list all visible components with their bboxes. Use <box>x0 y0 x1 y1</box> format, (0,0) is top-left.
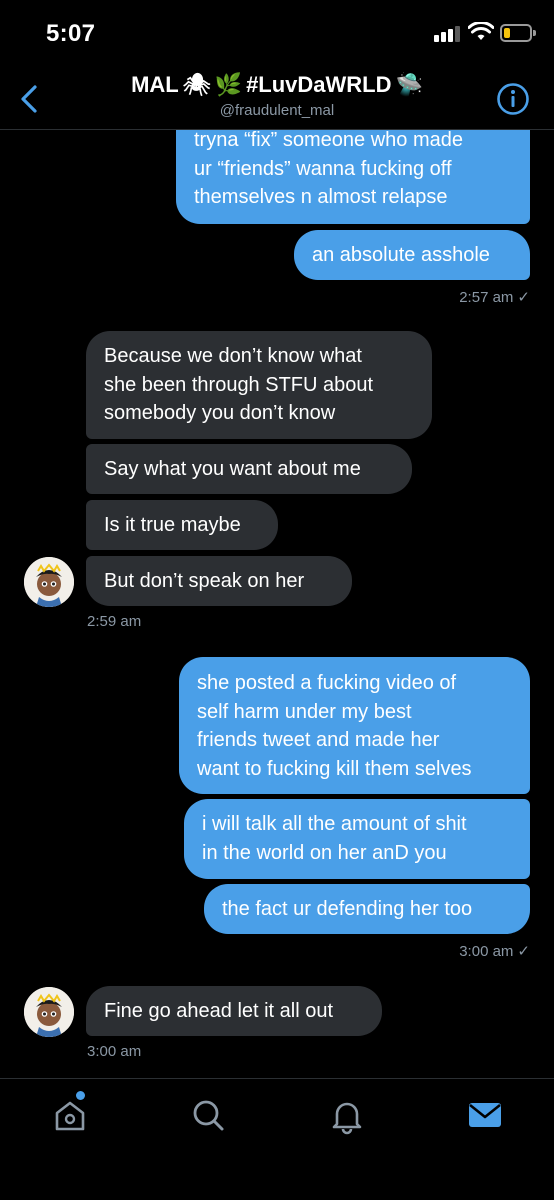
conversation-header: MAL 🕷 🌿 #LuvDaWRLD 🛸 @fraudulent_mal <box>0 64 554 130</box>
home-icon[interactable] <box>50 1095 90 1135</box>
message-line: Fine go ahead let it all out <box>104 1000 334 1022</box>
avatar[interactable] <box>24 987 74 1037</box>
message-line: in the world on her anD you <box>202 841 447 864</box>
message-line: an absolute asshole <box>312 244 490 266</box>
message-received[interactable]: Because we don’t know what she been thro… <box>86 331 432 439</box>
avatar-image <box>24 557 74 607</box>
ufo-emoji: 🛸 <box>395 72 423 97</box>
notifications-icon[interactable] <box>327 1095 367 1135</box>
avatar[interactable] <box>24 557 74 607</box>
message-line: self harm under my best <box>197 700 412 723</box>
message-received[interactable]: Fine go ahead let it all out <box>86 986 382 1036</box>
message-timestamp: 3:00 am <box>87 1043 142 1060</box>
message-line: somebody you don’t know <box>104 402 336 424</box>
info-icon[interactable] <box>496 82 530 116</box>
message-line: i will talk all the amount of shit <box>202 813 467 835</box>
message-line: friends tweet and made her <box>197 729 440 751</box>
message-timestamp: 3:00 am ✓ <box>459 943 530 960</box>
wifi-icon <box>468 22 494 40</box>
message-line: she been through STFU about <box>104 373 374 396</box>
search-icon[interactable] <box>188 1095 228 1135</box>
conversation-title-block[interactable]: MAL 🕷 🌿 #LuvDaWRLD 🛸 @fraudulent_mal <box>80 72 474 119</box>
message-line: tryna “fix” someone who made <box>194 129 464 151</box>
message-received[interactable]: But don’t speak on her <box>86 556 352 606</box>
message-sent[interactable]: an absolute asshole <box>294 230 530 280</box>
message-line: Because we don’t know what <box>104 345 362 367</box>
message-timestamp: 2:57 am ✓ <box>459 289 530 306</box>
message-sent[interactable]: the fact ur defending her too <box>204 884 530 934</box>
message-sent[interactable]: i will talk all the amount of shit in th… <box>184 799 530 879</box>
message-received[interactable]: Say what you want about me <box>86 444 412 494</box>
signal-icon <box>434 24 462 42</box>
message-line: ur “friends” wanna fucking off <box>194 157 452 180</box>
message-line: want to fucking kill them selves <box>197 757 472 780</box>
conversation-handle: @fraudulent_mal <box>219 102 335 119</box>
back-icon[interactable] <box>18 84 40 114</box>
title-hashtag: #LuvDaWRLD <box>246 72 392 97</box>
message-line: But don’t speak on her <box>104 570 305 592</box>
status-time: 5:07 <box>46 20 96 47</box>
message-line: Say what you want about me <box>104 458 361 480</box>
messages-icon[interactable] <box>465 1095 505 1135</box>
notification-dot <box>76 1091 85 1100</box>
message-line: themselves n almost relapse <box>194 186 448 208</box>
message-received[interactable]: Is it true maybe <box>86 500 278 550</box>
spider-emoji: 🕷 <box>182 72 211 97</box>
tab-bar <box>0 1078 554 1200</box>
status-bar: 5:07 <box>0 0 554 70</box>
message-timestamp: 2:59 am <box>87 613 142 630</box>
title-name: MAL <box>131 72 179 97</box>
message-line: the fact ur defending her too <box>222 898 473 920</box>
avatar-image <box>24 987 74 1037</box>
message-sent[interactable]: she posted a fucking video of self harm … <box>179 657 530 794</box>
message-line: Is it true maybe <box>104 514 241 536</box>
read-check-icon: ✓ <box>517 943 530 960</box>
battery-icon <box>500 24 532 42</box>
leaf-emoji: 🌿 <box>214 72 243 97</box>
message-line: she posted a fucking video of <box>197 672 457 694</box>
conversation-title: MAL 🕷 🌿 #LuvDaWRLD 🛸 <box>131 72 423 98</box>
read-check-icon: ✓ <box>517 289 530 306</box>
